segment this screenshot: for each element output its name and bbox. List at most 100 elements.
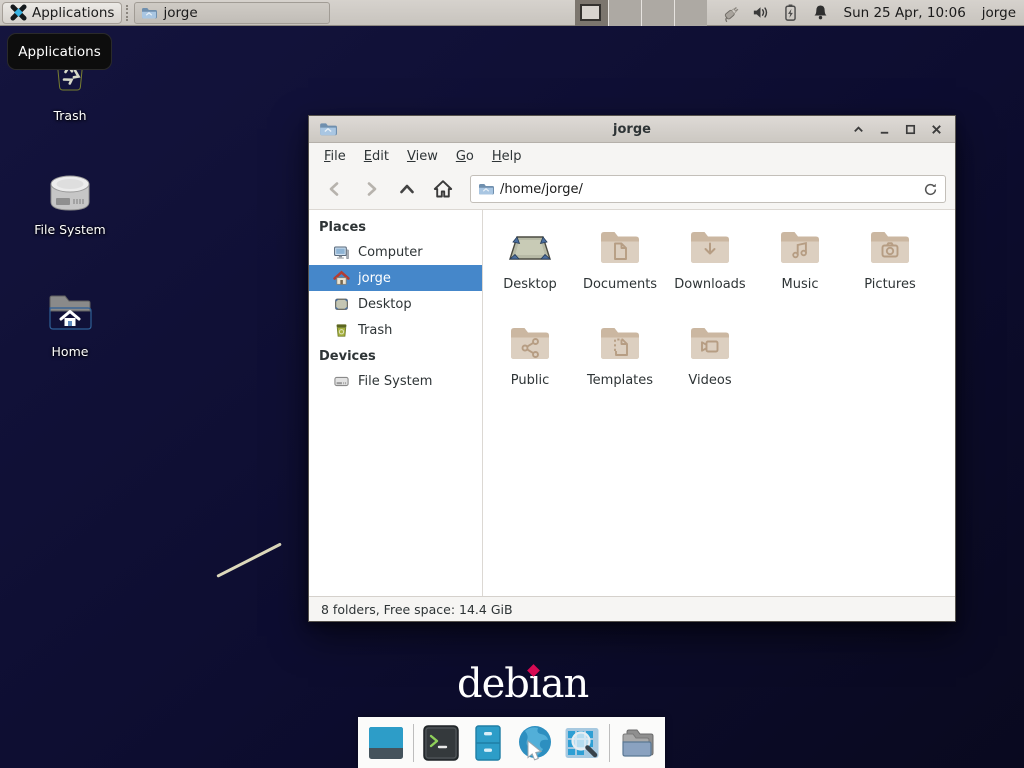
xfce-logo-icon (10, 4, 27, 21)
up-button[interactable] (390, 174, 424, 204)
tooltip-text: Applications (18, 44, 100, 60)
wallpaper-scratch-line (216, 542, 282, 577)
sidebar-item-label: File System (358, 374, 432, 389)
file-manager-launcher-icon[interactable] (468, 723, 508, 763)
volume-icon[interactable] (751, 3, 770, 22)
status-text: 8 folders, Free space: 14.4 GiB (321, 602, 513, 617)
path-folder-icon (478, 181, 494, 197)
side-pane: Places Computer (309, 210, 483, 596)
templates-folder-icon (596, 320, 644, 368)
desktop-icon-label: Home (28, 344, 112, 359)
menu-help[interactable]: Help (483, 145, 531, 168)
menu-edit[interactable]: Edit (355, 145, 398, 168)
app-finder-launcher-icon[interactable] (562, 723, 602, 763)
file-item-label: Documents (583, 277, 657, 292)
window-body: Places Computer (309, 210, 955, 596)
file-item-label: Pictures (864, 277, 915, 292)
close-button[interactable] (928, 121, 945, 138)
panel-separator-handle[interactable] (126, 5, 131, 21)
sidebar-item-label: Desktop (358, 297, 412, 312)
terminal-launcher-icon[interactable] (421, 723, 461, 763)
dock-separator (609, 724, 610, 762)
menu-bar: File Edit View Go Help (309, 143, 955, 169)
file-item-videos[interactable]: Videos (665, 320, 755, 404)
drive-icon (333, 373, 350, 390)
sidebar-item-label: Computer (358, 245, 423, 260)
sidebar-item-file-system[interactable]: File System (309, 368, 482, 394)
applications-menu-label: Applications (32, 5, 114, 21)
web-browser-launcher-icon[interactable] (515, 723, 555, 763)
applications-tooltip: Applications (7, 33, 112, 70)
file-item-downloads[interactable]: Downloads (665, 224, 755, 308)
menu-view[interactable]: View (398, 145, 447, 168)
show-desktop-icon[interactable] (366, 723, 406, 763)
file-item-label: Templates (587, 373, 653, 388)
workspace-3[interactable] (641, 0, 674, 26)
file-item-label: Desktop (503, 277, 557, 292)
trash-small-icon (333, 322, 350, 339)
desktop-icon-home[interactable]: Home (28, 290, 112, 359)
devices-header: Devices (309, 343, 482, 368)
desktop-icon-label: File System (28, 222, 112, 237)
downloads-folder-icon (686, 224, 734, 272)
workspace-4[interactable] (674, 0, 707, 26)
workspace-window-thumb (580, 4, 601, 21)
sidebar-item-computer[interactable]: Computer (309, 239, 482, 265)
back-button[interactable] (318, 174, 352, 204)
workspace-1[interactable] (575, 0, 608, 26)
file-item-pictures[interactable]: Pictures (845, 224, 935, 308)
file-item-music[interactable]: Music (755, 224, 845, 308)
debian-wordmark-text: deb (457, 662, 529, 708)
workspace-2[interactable] (608, 0, 641, 26)
file-manager-window: jorge File Edit View Go Help (308, 115, 956, 622)
home-button[interactable] (426, 174, 460, 204)
minimize-button[interactable] (876, 121, 893, 138)
hard-drive-icon (43, 168, 97, 218)
maximize-button[interactable] (902, 121, 919, 138)
file-item-label: Downloads (674, 277, 745, 292)
sidebar-item-trash[interactable]: Trash (309, 317, 482, 343)
file-grid: Desktop Documents (485, 224, 937, 416)
toolbar (309, 169, 955, 210)
documents-folder-icon (596, 224, 644, 272)
home-folder-icon (43, 290, 97, 340)
desktop-icon-file-system[interactable]: File System (28, 168, 112, 237)
applications-menu-button[interactable]: Applications (2, 2, 122, 24)
file-item-desktop[interactable]: Desktop (485, 224, 575, 308)
videos-folder-icon (686, 320, 734, 368)
window-titlebar[interactable]: jorge (309, 116, 955, 143)
home-icon (333, 270, 350, 287)
panel-clock[interactable]: Sun 25 Apr, 10:06 (844, 5, 966, 21)
reload-icon[interactable] (923, 182, 938, 197)
sidebar-item-jorge[interactable]: jorge (309, 265, 482, 291)
panel-username[interactable]: jorge (982, 5, 1016, 21)
path-entry[interactable] (500, 182, 917, 197)
directory-menu-icon[interactable] (617, 723, 657, 763)
status-bar: 8 folders, Free space: 14.4 GiB (309, 596, 955, 621)
forward-button[interactable] (354, 174, 388, 204)
system-tray (721, 3, 830, 22)
file-item-documents[interactable]: Documents (575, 224, 665, 308)
file-item-label: Videos (688, 373, 731, 388)
file-view[interactable]: Desktop Documents (483, 210, 955, 596)
power-plug-icon[interactable] (721, 3, 740, 22)
debian-wordmark: debian (457, 662, 588, 708)
shade-button[interactable] (850, 121, 867, 138)
taskbar-window-label: jorge (163, 5, 197, 21)
taskbar-window-button[interactable]: jorge (134, 2, 330, 24)
desktop-icon-label: Trash (28, 108, 112, 123)
file-item-label: Public (511, 373, 549, 388)
menu-go[interactable]: Go (447, 145, 483, 168)
battery-charging-icon[interactable] (781, 3, 800, 22)
desktop-icon (333, 296, 350, 313)
file-item-label: Music (782, 277, 819, 292)
sidebar-item-label: Trash (358, 323, 392, 338)
top-panel: Applications jorge (0, 0, 1024, 26)
bottom-dock (358, 717, 665, 768)
menu-file[interactable]: File (315, 145, 355, 168)
file-item-public[interactable]: Public (485, 320, 575, 404)
sidebar-item-desktop[interactable]: Desktop (309, 291, 482, 317)
notifications-bell-icon[interactable] (811, 3, 830, 22)
file-item-templates[interactable]: Templates (575, 320, 665, 404)
path-bar[interactable] (470, 175, 946, 203)
